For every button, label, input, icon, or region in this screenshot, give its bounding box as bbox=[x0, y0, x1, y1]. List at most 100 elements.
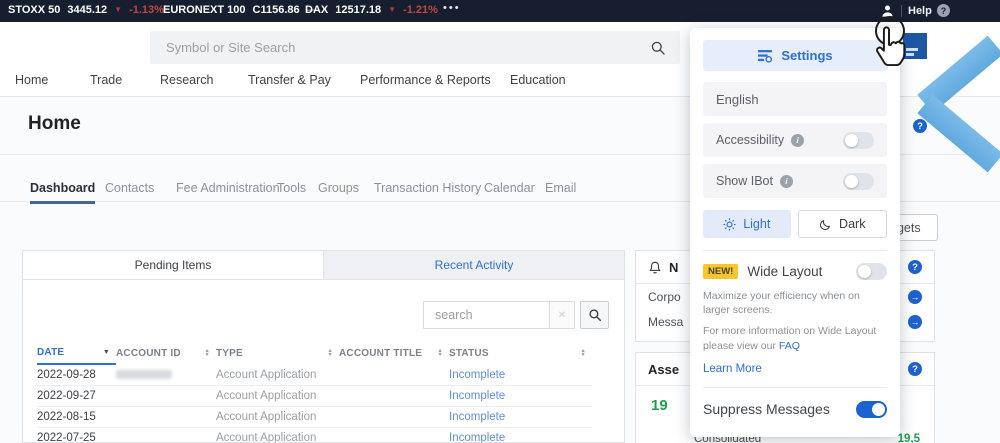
info-icon[interactable]: i bbox=[780, 175, 793, 188]
nav-performance-reports[interactable]: Performance & Reports bbox=[360, 73, 491, 87]
logo-text-line bbox=[906, 48, 918, 51]
nav-trade[interactable]: Trade bbox=[90, 73, 122, 87]
app-window: STOXX 50 3445.12 ▼ -1.13% EURONEXT 100 C… bbox=[0, 0, 1000, 443]
consolidated-value: 19,5 bbox=[898, 433, 920, 443]
table-search-button[interactable] bbox=[580, 301, 609, 329]
assets-help-icon[interactable]: ? bbox=[908, 362, 922, 376]
assets-total-value: 19 bbox=[651, 397, 668, 414]
column-header-account-id[interactable]: ACCOUNT ID ▲▼ bbox=[116, 347, 216, 364]
menu-divider bbox=[703, 250, 887, 251]
clear-search-icon[interactable]: ✕ bbox=[549, 301, 575, 329]
ticker-change: -1.21% bbox=[403, 4, 438, 16]
wide-layout-toggle[interactable] bbox=[856, 263, 887, 280]
wide-layout-info: For more information on Wide Layout plea… bbox=[703, 324, 887, 353]
language-select[interactable]: English ▼ bbox=[703, 82, 887, 116]
redacted-account-id bbox=[116, 370, 172, 379]
sort-icon: ▲▼ bbox=[580, 349, 586, 358]
theme-switcher: Light Dark bbox=[703, 210, 887, 238]
global-search-box[interactable] bbox=[150, 31, 680, 64]
table-row[interactable]: 2022-09-28 Account Application Incomplet… bbox=[37, 364, 592, 386]
settings-dropdown-menu: Settings English ▼ Accessibility i Show … bbox=[690, 28, 900, 437]
settings-icon bbox=[757, 49, 773, 63]
suppress-messages-row: Suppress Messages bbox=[703, 401, 887, 418]
tab-tools[interactable]: Tools bbox=[277, 181, 306, 201]
table-row[interactable]: 2022-07-25 Account Application Incomplet… bbox=[37, 428, 592, 443]
tab-fee-administration[interactable]: Fee Administration bbox=[176, 181, 280, 201]
show-ibot-row: Show IBot i bbox=[703, 164, 887, 198]
column-header-type[interactable]: TYPE ▲▼ bbox=[216, 347, 339, 364]
status-link[interactable]: Incomplete bbox=[449, 428, 592, 443]
sun-icon bbox=[723, 218, 736, 231]
nav-education[interactable]: Education bbox=[510, 73, 566, 87]
nav-transfer-pay[interactable]: Transfer & Pay bbox=[248, 73, 331, 87]
faq-link[interactable]: FAQ bbox=[779, 340, 800, 352]
status-link[interactable]: Incomplete bbox=[449, 364, 592, 386]
help-question-icon[interactable]: ? bbox=[937, 4, 950, 17]
down-arrow-icon: ▼ bbox=[114, 6, 122, 14]
status-link[interactable]: Incomplete bbox=[449, 407, 592, 428]
tab-dashboard[interactable]: Dashboard bbox=[30, 181, 95, 204]
arrow-right-icon[interactable]: → bbox=[908, 315, 922, 329]
ticker-name: DAX bbox=[305, 4, 328, 16]
sort-icon: ▲▼ bbox=[437, 349, 443, 358]
table-header-row: DATE ▼ ACCOUNT ID ▲▼ TYPE ▲▼ ACCOUNT TIT… bbox=[37, 347, 592, 364]
tab-groups[interactable]: Groups bbox=[318, 181, 359, 201]
pending-items-table: DATE ▼ ACCOUNT ID ▲▼ TYPE ▲▼ ACCOUNT TIT… bbox=[37, 347, 592, 443]
ticker-name: EURONEXT 100 bbox=[163, 4, 246, 16]
tab-transaction-history[interactable]: Transaction History bbox=[374, 181, 481, 201]
ticker-stoxx50[interactable]: STOXX 50 3445.12 ▼ -1.13% bbox=[8, 4, 164, 16]
show-ibot-toggle[interactable] bbox=[843, 173, 874, 190]
help-button[interactable]: Help bbox=[908, 5, 932, 17]
settings-menu-item[interactable]: Settings bbox=[703, 40, 887, 71]
menu-divider bbox=[703, 387, 887, 388]
assets-title: Asse bbox=[648, 362, 679, 377]
page-help-icon[interactable]: ? bbox=[913, 119, 927, 133]
ticker-value: C1156.86 bbox=[253, 4, 300, 16]
search-icon[interactable] bbox=[650, 40, 666, 56]
down-arrow-icon: ▼ bbox=[388, 6, 396, 14]
accessibility-toggle[interactable] bbox=[843, 132, 874, 149]
global-search-input[interactable] bbox=[164, 39, 642, 56]
page-title: Home bbox=[28, 113, 81, 135]
tab-calendar[interactable]: Calendar bbox=[484, 181, 535, 201]
notifications-title: N bbox=[669, 260, 678, 275]
status-link[interactable]: Incomplete bbox=[449, 386, 592, 407]
tab-pending-items[interactable]: Pending Items bbox=[23, 251, 323, 279]
nav-home[interactable]: Home bbox=[15, 73, 48, 87]
logo-text-line bbox=[906, 53, 914, 56]
ticker-dax[interactable]: DAX 12517.18 ▼ -1.21% bbox=[305, 4, 438, 16]
wide-layout-row: NEW! Wide Layout bbox=[703, 263, 887, 280]
overlay-logo-square bbox=[903, 33, 927, 59]
ticker-change: -1.13% bbox=[129, 4, 164, 16]
accessibility-row: Accessibility i bbox=[703, 123, 887, 157]
table-search-box[interactable] bbox=[423, 301, 549, 329]
column-header-date[interactable]: DATE ▼ bbox=[37, 347, 116, 364]
tab-recent-activity[interactable]: Recent Activity bbox=[323, 251, 624, 279]
info-icon[interactable]: i bbox=[791, 134, 804, 147]
dark-theme-button[interactable]: Dark bbox=[798, 210, 888, 238]
column-header-account-title[interactable]: ACCOUNT TITLE ▲▼ bbox=[339, 347, 449, 364]
notifications-help-icon[interactable]: ? bbox=[908, 260, 922, 274]
sort-icon: ▲▼ bbox=[327, 349, 333, 358]
table-search-input[interactable] bbox=[433, 307, 540, 323]
tab-email[interactable]: Email bbox=[545, 181, 576, 201]
ticker-euronext100[interactable]: EURONEXT 100 C1156.86 — bbox=[163, 4, 318, 16]
user-menu-icon[interactable] bbox=[880, 3, 895, 19]
moon-icon bbox=[819, 218, 832, 231]
learn-more-link[interactable]: Learn More bbox=[703, 363, 887, 375]
sort-desc-icon: ▼ bbox=[103, 349, 110, 356]
ticker-name: STOXX 50 bbox=[8, 4, 60, 16]
tab-contacts[interactable]: Contacts bbox=[105, 181, 154, 201]
sort-icon: ▲▼ bbox=[204, 349, 210, 358]
market-ticker-bar: STOXX 50 3445.12 ▼ -1.13% EURONEXT 100 C… bbox=[0, 0, 1000, 22]
topbar-divider bbox=[901, 5, 902, 17]
suppress-messages-toggle[interactable] bbox=[856, 401, 887, 418]
light-theme-button[interactable]: Light bbox=[703, 210, 791, 238]
column-header-status[interactable]: STATUS ▲▼ bbox=[449, 347, 592, 364]
ticker-overflow-menu[interactable]: ••• bbox=[443, 2, 461, 14]
nav-research[interactable]: Research bbox=[160, 73, 214, 87]
table-row[interactable]: 2022-09-27 Account Application Incomplet… bbox=[37, 386, 592, 407]
table-row[interactable]: 2022-08-15 Account Application Incomplet… bbox=[37, 407, 592, 428]
card-tabs: Pending Items Recent Activity bbox=[23, 251, 624, 280]
arrow-right-icon[interactable]: → bbox=[908, 290, 922, 304]
